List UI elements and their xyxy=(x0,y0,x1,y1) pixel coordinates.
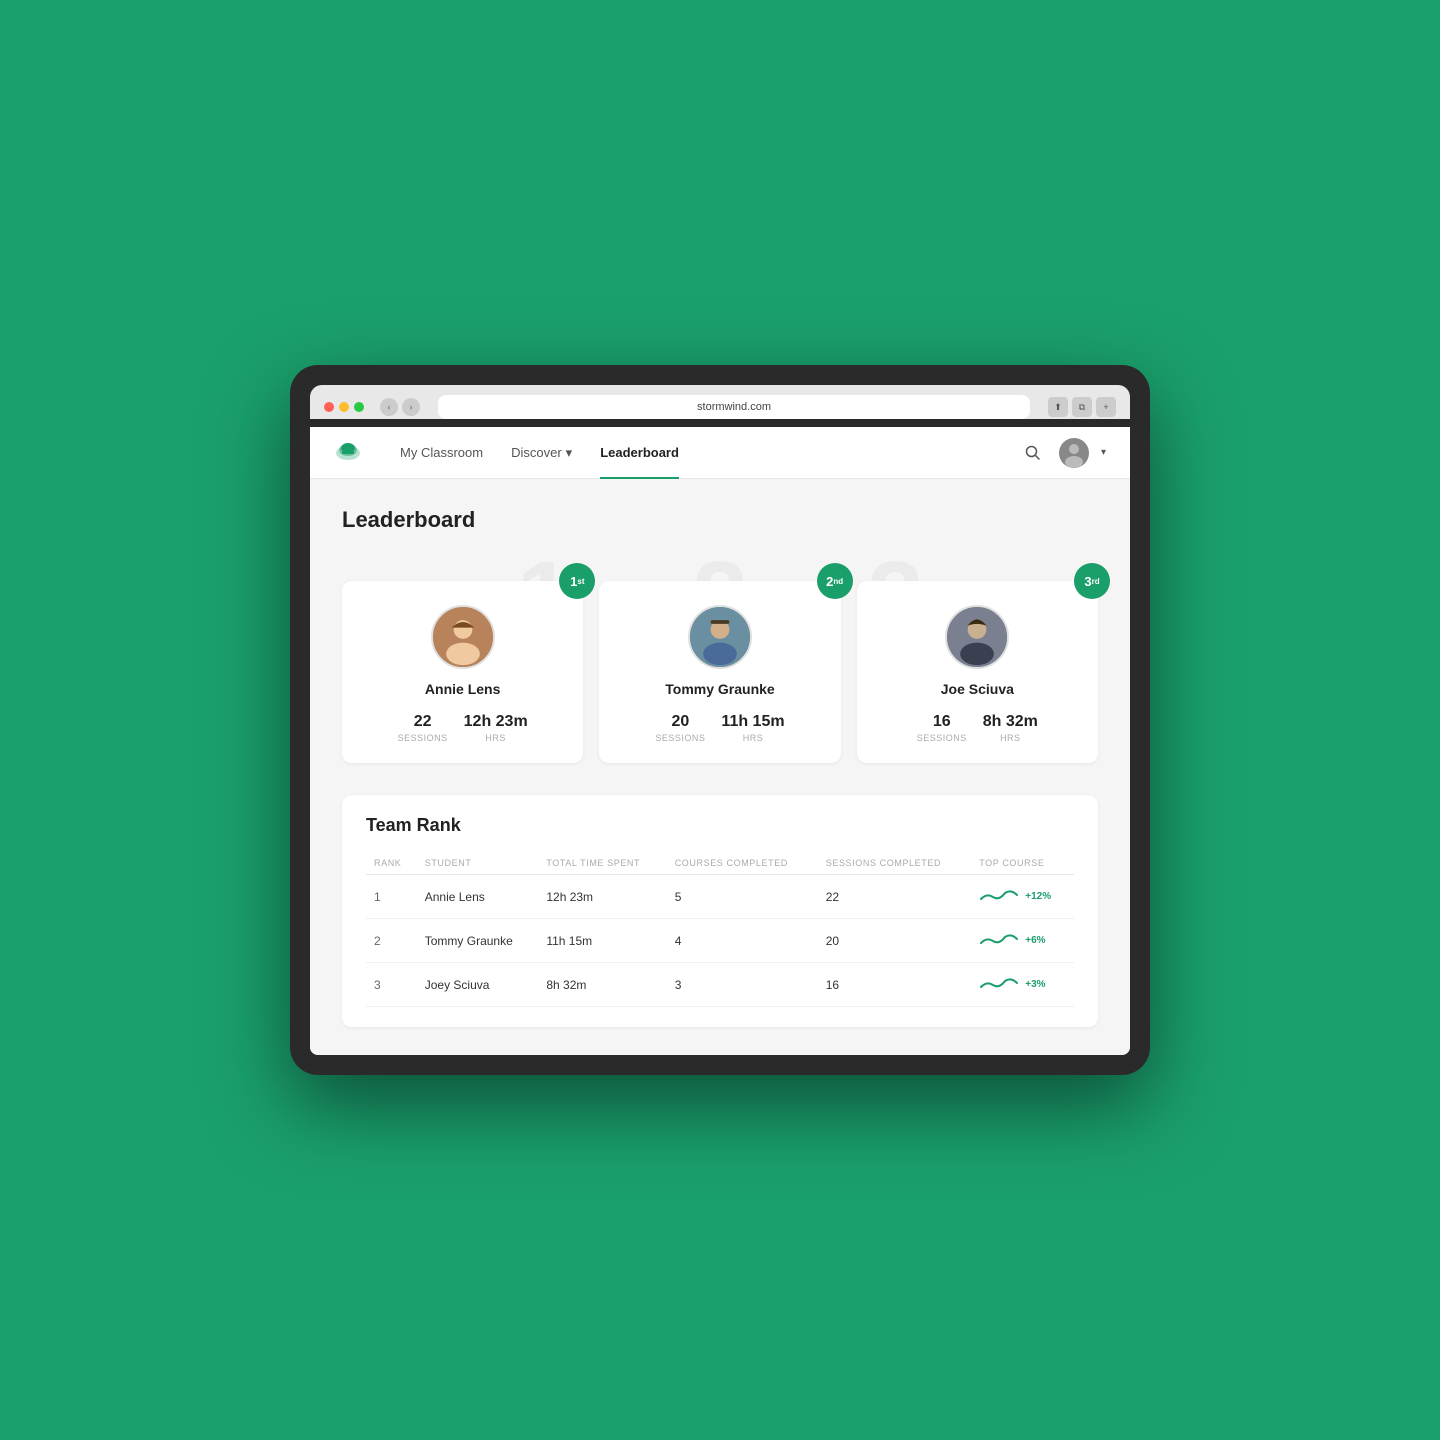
share-button[interactable]: ⬆ xyxy=(1048,397,1068,417)
page-title: Leaderboard xyxy=(342,507,1098,533)
trend-value-3: +3% xyxy=(1025,979,1045,990)
sparkline-1 xyxy=(979,885,1019,908)
cell-rank-1: 1 xyxy=(366,875,417,919)
hrs-stat-2: 11h 15m HRS xyxy=(721,713,784,743)
close-button[interactable] xyxy=(324,402,334,412)
cell-student-1: Annie Lens xyxy=(417,875,539,919)
browser-content: My Classroom Discover ▾ Leaderboard xyxy=(310,427,1130,1055)
sparkline-3 xyxy=(979,973,1019,996)
cell-sessions-1: 22 xyxy=(818,875,972,919)
rank-card-2: 2nd Tommy Graunke xyxy=(599,581,840,763)
cell-trend-1: +12% xyxy=(971,875,1074,919)
cell-rank-3: 3 xyxy=(366,963,417,1007)
col-time: TOTAL TIME SPENT xyxy=(538,852,666,875)
rank-table: RANK STUDENT TOTAL TIME SPENT COURSES CO… xyxy=(366,852,1074,1007)
student-stats-2: 20 SESSIONS 11h 15m HRS xyxy=(619,713,820,743)
browser-chrome: ‹ › stormwind.com ⬆ ⧉ + xyxy=(310,385,1130,419)
trend-value-1: +12% xyxy=(1025,891,1051,902)
team-rank-title: Team Rank xyxy=(366,815,1074,836)
cell-time-3: 8h 32m xyxy=(538,963,666,1007)
col-sessions: SESSIONS COMPLETED xyxy=(818,852,972,875)
nav-actions: ▾ xyxy=(1019,438,1106,468)
sessions-stat-3: 16 SESSIONS xyxy=(917,713,967,743)
table-row: 3 Joey Sciuva 8h 32m 3 16 +3% xyxy=(366,963,1074,1007)
col-courses: COURSES COMPLETED xyxy=(667,852,818,875)
nav-links: My Classroom Discover ▾ Leaderboard xyxy=(386,427,1019,479)
cell-sessions-3: 16 xyxy=(818,963,972,1007)
app-navbar: My Classroom Discover ▾ Leaderboard xyxy=(310,427,1130,479)
cell-student-3: Joey Sciuva xyxy=(417,963,539,1007)
user-menu-arrow[interactable]: ▾ xyxy=(1101,447,1106,458)
back-button[interactable]: ‹ xyxy=(380,398,398,416)
user-avatar[interactable] xyxy=(1059,438,1089,468)
address-bar[interactable]: stormwind.com xyxy=(438,395,1030,419)
cell-time-2: 11h 15m xyxy=(538,919,666,963)
sessions-stat-2: 20 SESSIONS xyxy=(655,713,705,743)
col-rank: RANK xyxy=(366,852,417,875)
sparkline-2 xyxy=(979,929,1019,952)
table-header-row: RANK STUDENT TOTAL TIME SPENT COURSES CO… xyxy=(366,852,1074,875)
rank-badge-3: 3rd xyxy=(1074,563,1110,599)
avatar-tommy xyxy=(688,605,752,669)
cell-trend-2: +6% xyxy=(971,919,1074,963)
app-logo xyxy=(334,439,362,467)
student-stats-3: 16 SESSIONS 8h 32m HRS xyxy=(877,713,1078,743)
browser-actions: ⬆ ⧉ + xyxy=(1048,397,1116,417)
table-row: 2 Tommy Graunke 11h 15m 4 20 +6% xyxy=(366,919,1074,963)
cell-time-1: 12h 23m xyxy=(538,875,666,919)
nav-leaderboard[interactable]: Leaderboard xyxy=(586,427,693,479)
rank-badge-2: 2nd xyxy=(817,563,853,599)
url-text: stormwind.com xyxy=(697,401,771,413)
duplicate-button[interactable]: ⧉ xyxy=(1072,397,1092,417)
student-name-3: Joe Sciuva xyxy=(941,681,1014,697)
cell-courses-1: 5 xyxy=(667,875,818,919)
stormwind-logo-icon xyxy=(334,439,362,467)
student-name-1: Annie Lens xyxy=(425,681,500,697)
main-content: Leaderboard 1 2 3 1st xyxy=(310,479,1130,1055)
traffic-lights xyxy=(324,402,364,412)
cell-rank-2: 2 xyxy=(366,919,417,963)
hrs-stat-1: 12h 23m HRS xyxy=(464,713,528,743)
avatar-annie xyxy=(431,605,495,669)
ipad-frame: ‹ › stormwind.com ⬆ ⧉ + xyxy=(290,365,1150,1075)
rank-card-3: 3rd Joe Sciuva xyxy=(857,581,1098,763)
avatar-joe xyxy=(945,605,1009,669)
nav-discover[interactable]: Discover ▾ xyxy=(497,427,586,479)
minimize-button[interactable] xyxy=(339,402,349,412)
leaderboard-cards: 1st Annie Lens xyxy=(342,557,1098,763)
forward-button[interactable]: › xyxy=(402,398,420,416)
cell-courses-2: 4 xyxy=(667,919,818,963)
new-tab-button[interactable]: + xyxy=(1096,397,1116,417)
cell-trend-3: +3% xyxy=(971,963,1074,1007)
col-top-course: TOP COURSE xyxy=(971,852,1074,875)
cell-courses-3: 3 xyxy=(667,963,818,1007)
rank-badge-1: 1st xyxy=(559,563,595,599)
chevron-down-icon: ▾ xyxy=(566,445,573,461)
cell-student-2: Tommy Graunke xyxy=(417,919,539,963)
search-button[interactable] xyxy=(1019,439,1047,467)
browser-nav: ‹ › xyxy=(380,398,420,416)
cell-sessions-2: 20 xyxy=(818,919,972,963)
student-name-2: Tommy Graunke xyxy=(665,681,774,697)
nav-my-classroom[interactable]: My Classroom xyxy=(386,427,497,479)
hrs-stat-3: 8h 32m HRS xyxy=(983,713,1038,743)
team-rank-section: Team Rank RANK STUDENT TOTAL TIME SPENT … xyxy=(342,795,1098,1027)
table-row: 1 Annie Lens 12h 23m 5 22 +12% xyxy=(366,875,1074,919)
trend-value-2: +6% xyxy=(1025,935,1045,946)
rank-card-1: 1st Annie Lens xyxy=(342,581,583,763)
col-student: STUDENT xyxy=(417,852,539,875)
browser-titlebar: ‹ › stormwind.com ⬆ ⧉ + xyxy=(324,395,1116,419)
maximize-button[interactable] xyxy=(354,402,364,412)
sessions-stat-1: 22 SESSIONS xyxy=(398,713,448,743)
student-stats-1: 22 SESSIONS 12h 23m HRS xyxy=(362,713,563,743)
leaderboard-cards-section: 1 2 3 1st xyxy=(342,557,1098,763)
